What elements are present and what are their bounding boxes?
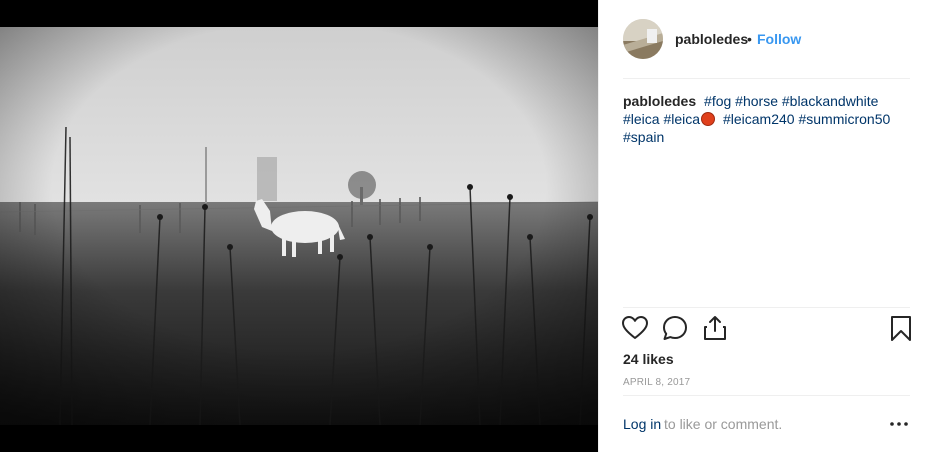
share-icon <box>704 316 726 340</box>
follow-button[interactable]: Follow <box>757 31 801 47</box>
post-side-panel: pabloledes • Follow pabloledes #fog #hor… <box>598 0 933 452</box>
save-button[interactable] <box>887 314 915 344</box>
share-button[interactable] <box>701 314 729 344</box>
comment-button[interactable] <box>661 314 689 344</box>
hashtag-link[interactable]: #summicron50 <box>798 111 890 127</box>
post-photo[interactable] <box>0 27 598 425</box>
header-username[interactable]: pabloledes <box>675 31 748 47</box>
post-actions <box>599 314 933 348</box>
hashtag-link[interactable]: #fog <box>704 93 731 109</box>
heart-icon <box>622 316 648 339</box>
ellipsis-icon <box>890 422 908 426</box>
header-separator: • <box>747 31 752 47</box>
bookmark-icon <box>891 316 911 341</box>
login-prompt-text: to like or comment. <box>664 416 783 432</box>
post-media-panel <box>0 0 598 452</box>
footer-divider <box>623 395 910 396</box>
hashtag-link[interactable]: #spain <box>623 129 664 145</box>
post-footer: Log in to like or comment. <box>599 410 933 440</box>
header-divider <box>623 78 910 79</box>
avatar-image <box>623 19 663 59</box>
login-link[interactable]: Log in <box>623 416 661 432</box>
hashtag-link[interactable]: #leica <box>663 111 700 127</box>
hashtag-link[interactable]: #blackandwhite <box>782 93 879 109</box>
post-date: APRIL 8, 2017 <box>623 377 691 388</box>
caption-username[interactable]: pabloledes <box>623 93 696 109</box>
actions-divider <box>623 307 910 308</box>
comment-icon <box>663 316 687 340</box>
hashtag-link[interactable]: #leica <box>623 111 660 127</box>
post-caption: pabloledes #fog #horse #blackandwhite #l… <box>623 92 911 146</box>
hashtag-link[interactable]: #horse <box>735 93 778 109</box>
hashtag-link[interactable]: #leicam240 <box>723 111 795 127</box>
more-options-button[interactable] <box>889 416 909 432</box>
likes-count[interactable]: 24 likes <box>623 351 674 367</box>
like-button[interactable] <box>621 314 649 344</box>
post-header: pabloledes • Follow <box>599 0 933 78</box>
foggy-horse-photo <box>0 27 598 425</box>
avatar[interactable] <box>623 19 663 59</box>
red-circle-emoji <box>701 112 716 126</box>
